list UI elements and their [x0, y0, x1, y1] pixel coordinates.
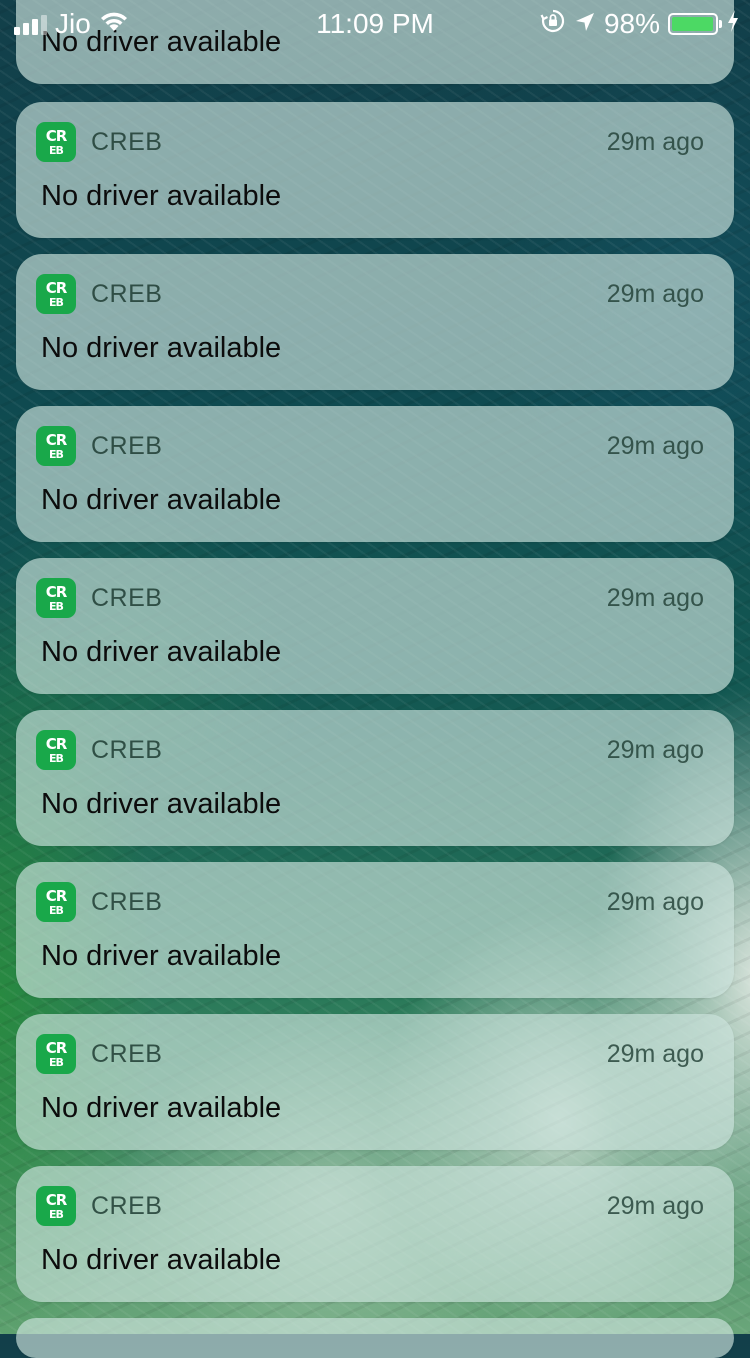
notification-card[interactable]: CR EB CREB 29m ago No driver available	[16, 1166, 734, 1302]
notification-header: CR EB CREB 29m ago	[36, 730, 704, 770]
notification-message: No driver available	[41, 484, 282, 516]
notification-card[interactable]: CR EB CREB 29m ago No driver available	[16, 710, 734, 846]
creb-app-icon: CR EB	[36, 730, 76, 770]
orientation-lock-icon	[540, 8, 566, 41]
app-name: CREB	[91, 1039, 163, 1068]
app-name: CREB	[91, 887, 163, 916]
location-icon	[574, 8, 596, 40]
notification-card[interactable]: CR EB CREB 29m ago No driver available	[16, 558, 734, 694]
notification-time: 29m ago	[606, 127, 704, 156]
notification-header: CR EB CREB 29m ago	[36, 274, 704, 314]
notification-time: 29m ago	[606, 1039, 704, 1068]
notification-time: 29m ago	[606, 279, 704, 308]
notification-card[interactable]: CR EB CREB 29m ago No driver available	[16, 254, 734, 390]
notification-message: No driver available	[41, 940, 282, 972]
notification-message: No driver available	[41, 788, 282, 820]
notification-card-partial[interactable]	[16, 1318, 734, 1358]
notification-header: CR EB CREB 29m ago	[36, 122, 704, 162]
notification-message: No driver available	[41, 1092, 282, 1124]
notification-message: No driver available	[41, 180, 282, 212]
charging-icon	[726, 8, 740, 40]
notification-message: No driver available	[41, 636, 282, 668]
creb-app-icon: CR EB	[36, 1186, 76, 1226]
creb-app-icon: CR EB	[36, 578, 76, 618]
creb-app-icon: CR EB	[36, 274, 76, 314]
creb-app-icon: CR EB	[36, 122, 76, 162]
creb-app-icon: CR EB	[36, 426, 76, 466]
app-name: CREB	[91, 127, 163, 156]
battery-level	[672, 17, 714, 31]
notification-header: CR EB CREB 29m ago	[36, 578, 704, 618]
app-name: CREB	[91, 279, 163, 308]
battery-icon	[668, 13, 722, 35]
notification-time: 29m ago	[606, 735, 704, 764]
notification-card[interactable]: CR EB CREB 29m ago No driver available	[16, 1014, 734, 1150]
notification-time: 29m ago	[606, 887, 704, 916]
notification-time: 29m ago	[606, 431, 704, 460]
app-name: CREB	[91, 1191, 163, 1220]
app-name: CREB	[91, 583, 163, 612]
app-name: CREB	[91, 431, 163, 460]
notification-time: 29m ago	[606, 1191, 704, 1220]
notification-header: CR EB CREB 29m ago	[36, 1186, 704, 1226]
notification-message: No driver available	[41, 332, 282, 364]
status-right: 98%	[540, 8, 740, 40]
app-name: CREB	[91, 735, 163, 764]
notification-header: CR EB CREB 29m ago	[36, 1034, 704, 1074]
notification-message: No driver available	[41, 1244, 282, 1276]
notification-card[interactable]: CR EB CREB 29m ago No driver available	[16, 862, 734, 998]
notification-header: CR EB CREB 29m ago	[36, 426, 704, 466]
creb-app-icon: CR EB	[36, 1034, 76, 1074]
notification-time: 29m ago	[606, 583, 704, 612]
notification-card[interactable]: CR EB CREB 29m ago No driver available	[16, 102, 734, 238]
notification-header: CR EB CREB 29m ago	[36, 882, 704, 922]
creb-app-icon: CR EB	[36, 882, 76, 922]
status-bar: Jio 11:09 PM 98%	[0, 0, 750, 48]
notification-card[interactable]: CR EB CREB 29m ago No driver available	[16, 406, 734, 542]
battery-percent: 98%	[603, 8, 660, 39]
